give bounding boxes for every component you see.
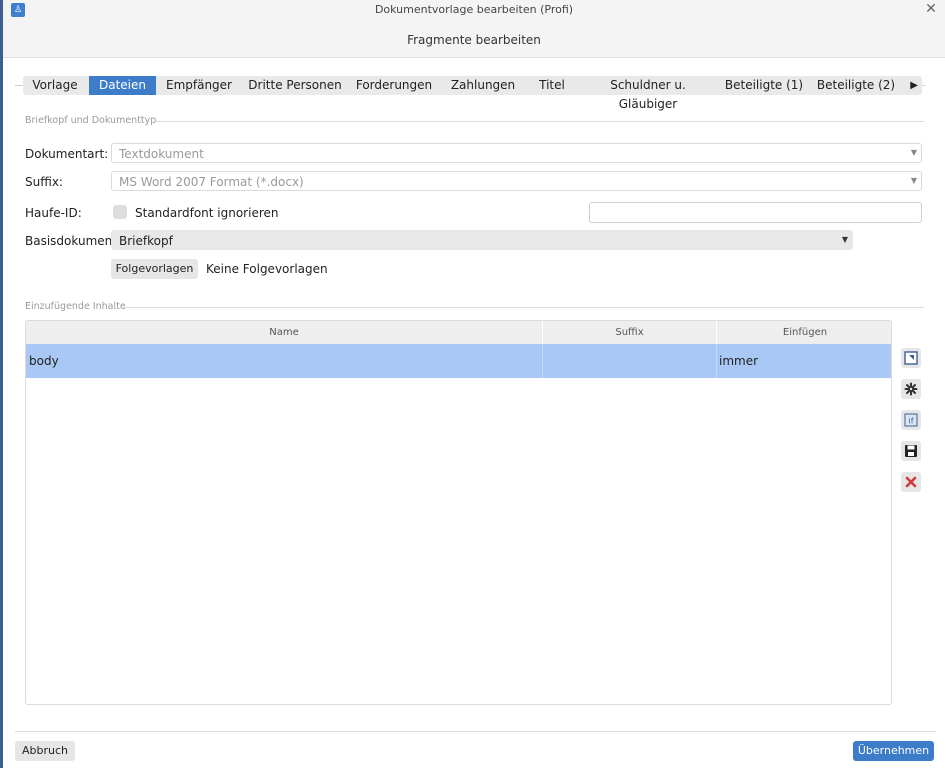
row-name: body: [29, 354, 59, 368]
column-header-name[interactable]: Name: [26, 321, 542, 344]
window-title: Dokumentvorlage bearbeiten (Profi): [374, 3, 574, 16]
cancel-button[interactable]: Abbruch: [15, 741, 75, 761]
save-icon: [905, 445, 917, 457]
inhalte-table: Name Suffix Einfügen body immer: [25, 320, 892, 705]
suffix-select[interactable]: MS Word 2007 Format (*.docx) ▼: [111, 171, 922, 191]
tab-forderungen[interactable]: Forderungen: [353, 76, 435, 95]
gear-icon: [904, 382, 918, 396]
tab-zahlungen[interactable]: Zahlungen: [443, 76, 523, 95]
folgevorlagen-button[interactable]: Folgevorlagen: [111, 259, 198, 279]
dialog-subtitle: Fragmente bearbeiten: [407, 33, 541, 47]
section-divider: [123, 307, 924, 308]
tab-titel[interactable]: Titel: [530, 76, 574, 95]
condition-button[interactable]: if: [901, 410, 921, 430]
tab-vorlage[interactable]: Vorlage: [23, 76, 87, 95]
standardfont-checkbox[interactable]: [113, 205, 127, 219]
edit-button[interactable]: [901, 348, 921, 368]
svg-text:if: if: [908, 417, 913, 426]
column-separator: [716, 344, 717, 378]
chevron-down-icon: ▼: [841, 235, 848, 244]
section-title-inhalte: Einzufügende Inhalte: [25, 301, 126, 312]
standardfont-label: Standardfont ignorieren: [135, 206, 279, 220]
suffix-label: Suffix:: [25, 175, 63, 189]
folgevorlagen-status: Keine Folgevorlagen: [206, 262, 328, 276]
section-title-briefkopf: Briefkopf und Dokumenttyp: [25, 115, 157, 126]
close-icon[interactable]: ✕: [923, 1, 939, 17]
chevron-down-icon: ▼: [910, 148, 917, 157]
if-condition-icon: if: [904, 413, 918, 427]
chevron-down-icon: ▼: [910, 176, 917, 185]
suffix-value: MS Word 2007 Format (*.docx): [119, 175, 304, 189]
basisdokument-value: Briefkopf: [119, 234, 173, 248]
table-row[interactable]: body immer: [26, 344, 891, 378]
column-separator: [542, 344, 543, 378]
column-header-suffix[interactable]: Suffix: [543, 321, 716, 344]
apply-button[interactable]: Übernehmen: [853, 741, 934, 761]
dokumentart-select[interactable]: Textdokument ▼: [111, 143, 922, 163]
dokumentart-label: Dokumentart:: [25, 147, 109, 161]
row-einfuegen: immer: [719, 354, 759, 368]
delete-icon: [905, 476, 917, 488]
haufe-id-input[interactable]: [589, 202, 922, 223]
tab-empfaenger[interactable]: Empfänger: [160, 76, 238, 95]
save-button[interactable]: [901, 441, 921, 461]
tab-dateien[interactable]: Dateien: [89, 76, 156, 95]
dialog-header: Fragmente bearbeiten: [3, 20, 945, 58]
tab-schuldner-glaeubiger[interactable]: Schuldner u. Gläubiger: [581, 76, 715, 111]
haufe-id-label: Haufe-ID:: [25, 206, 82, 220]
footer-divider: [15, 731, 936, 732]
settings-button[interactable]: [901, 379, 921, 399]
table-header: Name Suffix Einfügen: [26, 321, 891, 344]
section-divider: [156, 121, 924, 122]
tab-dritte-personen[interactable]: Dritte Personen: [243, 76, 347, 95]
column-header-einfuegen[interactable]: Einfügen: [717, 321, 891, 344]
dokumentart-value: Textdokument: [119, 147, 204, 161]
title-bar: ♙ Dokumentvorlage bearbeiten (Profi) ✕: [3, 0, 945, 20]
tab-beteiligte-2[interactable]: Beteiligte (2): [813, 76, 899, 95]
basisdokument-label: Basisdokument:: [25, 234, 121, 248]
tab-beteiligte-1[interactable]: Beteiligte (1): [722, 76, 806, 95]
delete-button[interactable]: [901, 472, 921, 492]
window-left-edge: [0, 0, 3, 768]
edit-icon: [904, 351, 918, 365]
tab-scroll-right-icon[interactable]: ▶: [910, 76, 918, 95]
tab-bar: Vorlage Dateien Empfänger Dritte Persone…: [23, 76, 922, 111]
basisdokument-select[interactable]: Briefkopf ▼: [111, 230, 853, 250]
